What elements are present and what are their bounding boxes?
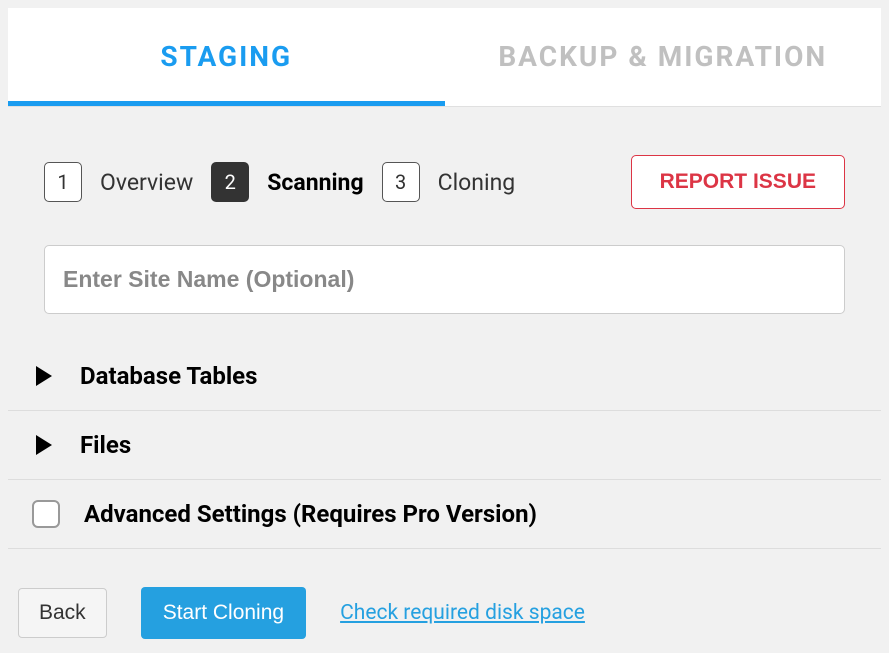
report-issue-button[interactable]: REPORT ISSUE: [631, 155, 845, 209]
tab-backup-migration[interactable]: BACKUP & MIGRATION: [445, 8, 882, 106]
site-name-input[interactable]: [44, 245, 845, 314]
section-title-database: Database Tables: [80, 362, 257, 390]
content-area: 1 Overview 2 Scanning 3 Cloning REPORT I…: [8, 107, 881, 653]
advanced-checkbox[interactable]: [32, 500, 60, 528]
step-3-label: Cloning: [438, 169, 516, 196]
check-disk-space-link[interactable]: Check required disk space: [340, 601, 585, 625]
start-cloning-button[interactable]: Start Cloning: [141, 587, 306, 639]
section-files[interactable]: Files: [8, 411, 881, 480]
steps-row: 1 Overview 2 Scanning 3 Cloning REPORT I…: [8, 107, 881, 245]
step-1-label: Overview: [100, 169, 193, 196]
step-2-number[interactable]: 2: [211, 162, 249, 202]
chevron-right-icon: [36, 366, 52, 386]
chevron-right-icon: [36, 435, 52, 455]
footer-row: Back Start Cloning Check required disk s…: [8, 549, 881, 653]
section-database-tables[interactable]: Database Tables: [8, 342, 881, 411]
section-title-files: Files: [80, 431, 131, 459]
step-3-number[interactable]: 3: [382, 162, 420, 202]
tabs-container: STAGING BACKUP & MIGRATION: [8, 8, 881, 107]
step-1-number[interactable]: 1: [44, 162, 82, 202]
section-advanced-settings[interactable]: Advanced Settings (Requires Pro Version): [8, 480, 881, 549]
back-button[interactable]: Back: [18, 588, 107, 638]
step-2-label: Scanning: [267, 169, 363, 196]
tab-staging[interactable]: STAGING: [8, 8, 445, 106]
site-name-input-wrap: [8, 245, 881, 342]
section-title-advanced: Advanced Settings (Requires Pro Version): [84, 500, 537, 528]
